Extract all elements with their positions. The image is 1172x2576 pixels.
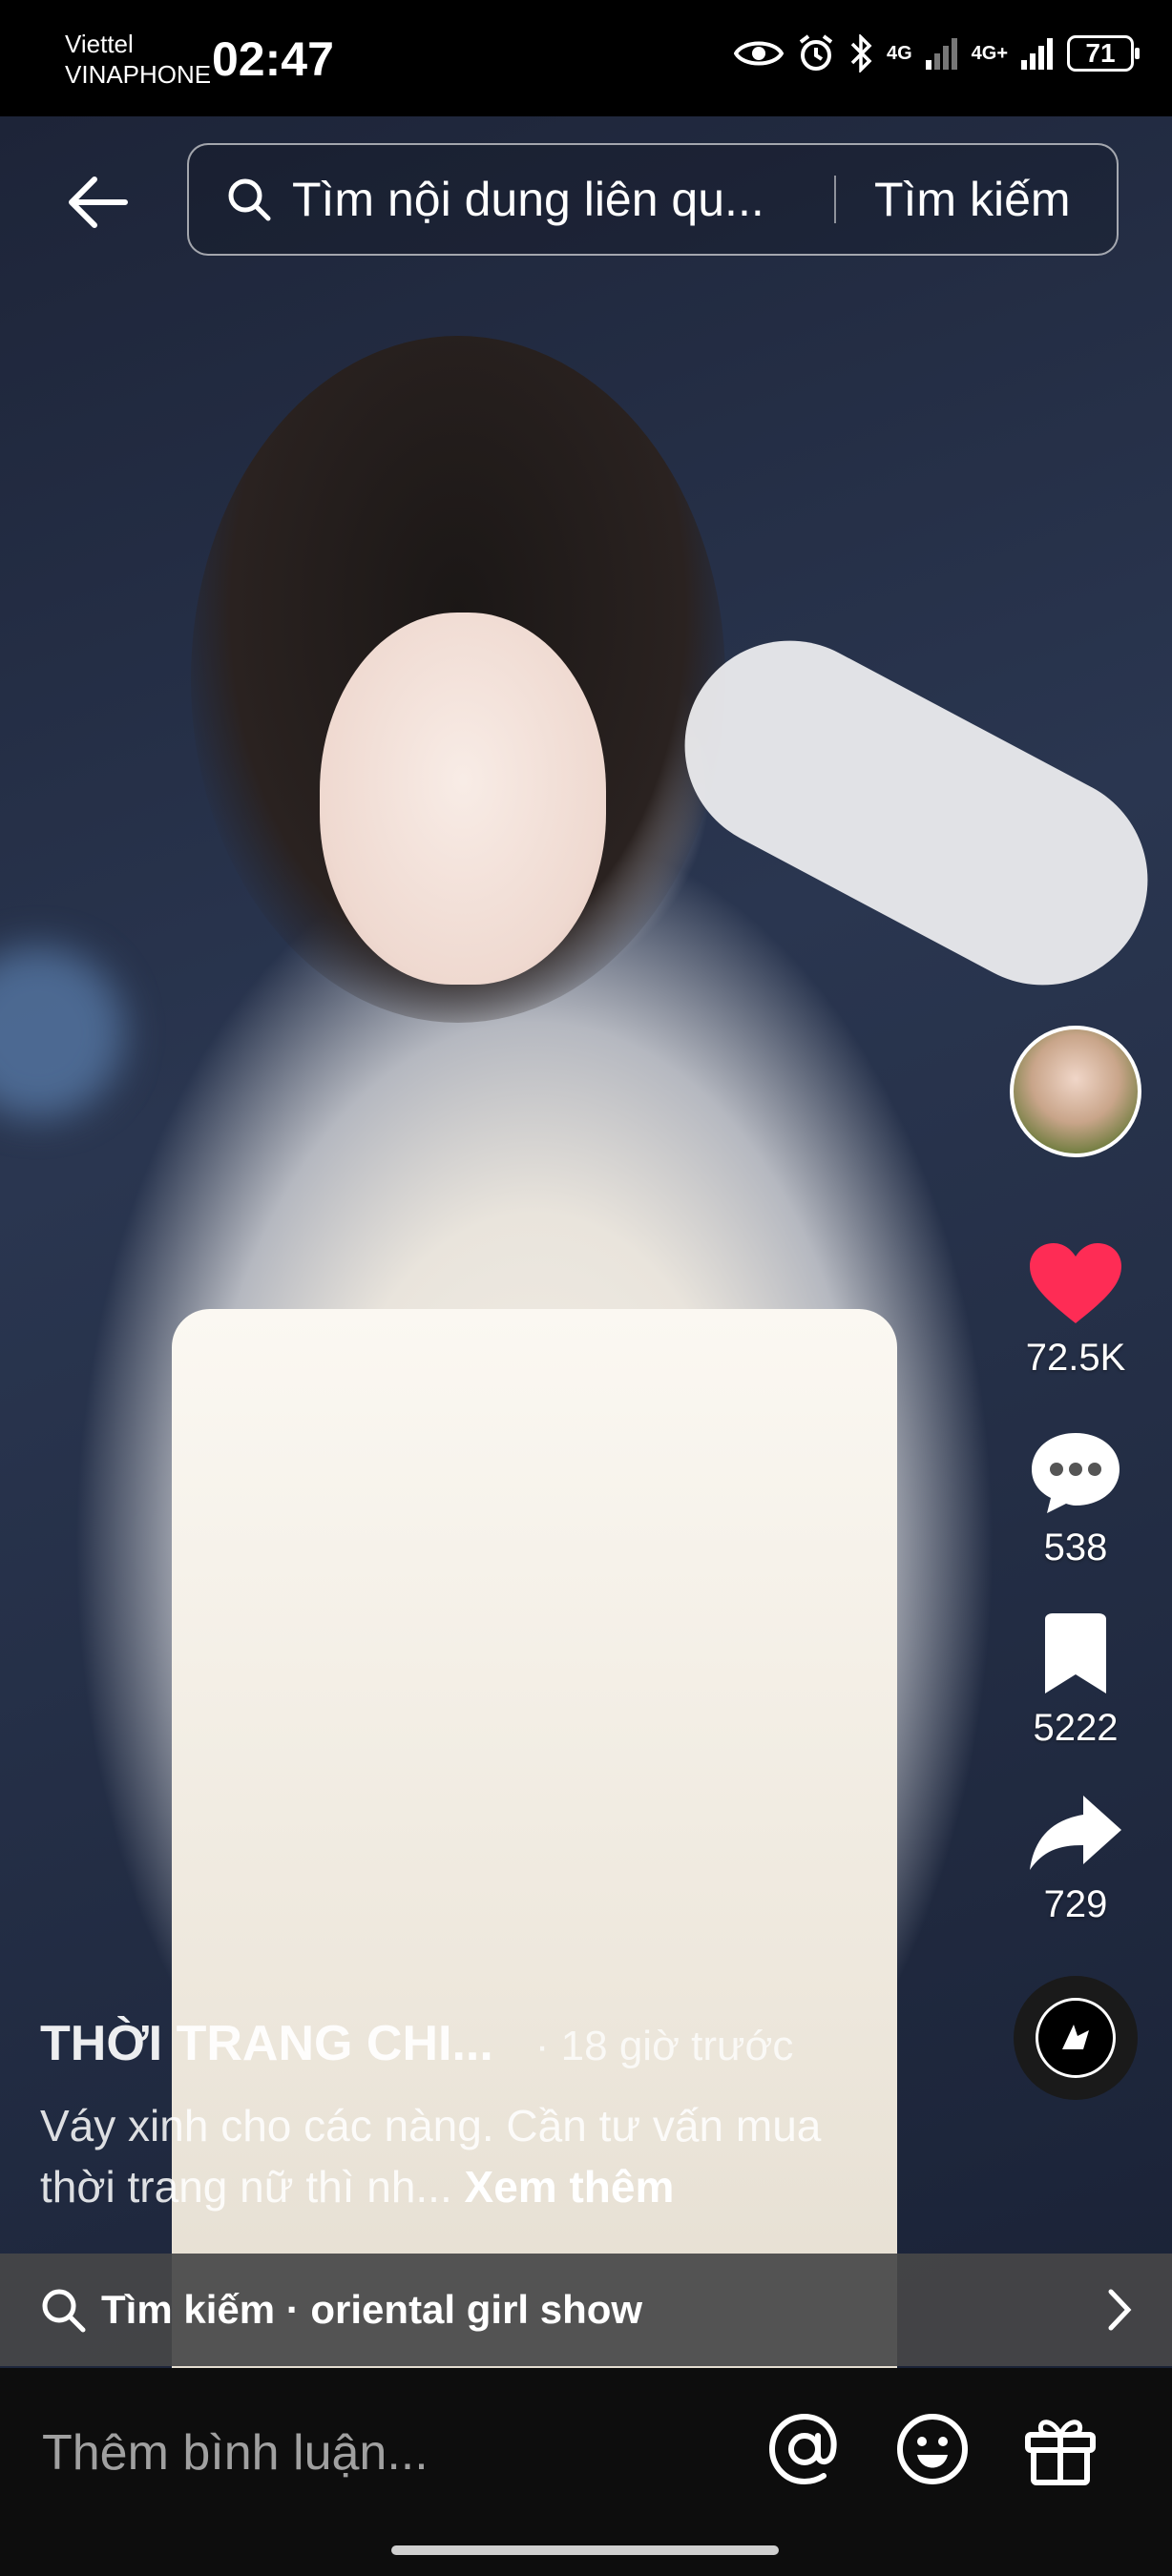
bookmark-icon — [1044, 1613, 1106, 1693]
emoji-icon — [897, 2414, 968, 2484]
network-type-1: 4G — [886, 43, 912, 64]
signal-icon — [925, 38, 957, 70]
search-icon — [42, 2289, 86, 2333]
caption-header: THỜI TRANG CHI... · 18 giờ trước — [40, 2015, 899, 2072]
video-subject-arm — [647, 603, 1172, 1023]
gift-icon — [1025, 2420, 1096, 2485]
share-count: 729 — [1043, 1883, 1108, 1925]
comment-input[interactable] — [40, 2423, 693, 2483]
chevron-right-icon — [1108, 2289, 1132, 2331]
comment-icon — [1032, 1433, 1120, 1513]
search-input[interactable] — [290, 171, 809, 228]
post-time: · 18 giờ trước — [534, 2023, 794, 2069]
at-icon — [768, 2413, 837, 2485]
description-text: Váy xinh cho các nàng. Cần tư vấn mua th… — [40, 2101, 822, 2212]
like-count: 72.5K — [1025, 1337, 1126, 1379]
status-clock: 02:47 — [212, 32, 334, 86]
music-disc-inner — [1036, 1998, 1116, 2078]
background-bokeh — [0, 946, 124, 1118]
eye-icon — [733, 41, 784, 66]
mention-button[interactable] — [762, 2406, 848, 2492]
see-more-link[interactable]: Xem thêm — [465, 2162, 675, 2212]
save-action[interactable]: 5222 — [1033, 1611, 1119, 1750]
related-search-bar[interactable]: Tìm kiếm · oriental girl show — [0, 2254, 1172, 2366]
save-count: 5222 — [1033, 1707, 1119, 1749]
bluetooth-icon — [850, 34, 872, 73]
back-button[interactable] — [63, 168, 132, 237]
network-type-2: 4G+ — [971, 43, 1008, 64]
video-subject-face — [320, 613, 606, 985]
search-divider — [834, 176, 836, 223]
search-box[interactable]: Tìm kiếm — [187, 143, 1119, 256]
like-action[interactable]: 72.5K — [1025, 1241, 1126, 1380]
comment-count: 538 — [1043, 1527, 1108, 1568]
signal-icon — [1021, 38, 1053, 70]
carrier-2: VINAPHONE — [65, 60, 212, 89]
share-icon — [1030, 1796, 1121, 1870]
search-icon — [228, 178, 271, 221]
top-search-bar: Tìm kiếm — [0, 143, 1172, 258]
post-description: Váy xinh cho các nàng. Cần tư vấn mua th… — [40, 2095, 899, 2217]
share-action[interactable]: 729 — [1028, 1792, 1123, 1926]
home-indicator[interactable] — [391, 2545, 779, 2555]
related-search-text: Tìm kiếm · oriental girl show — [101, 2287, 643, 2332]
gift-button[interactable] — [1017, 2406, 1103, 2492]
creator-avatar[interactable] — [1010, 1026, 1141, 1157]
heart-icon — [1030, 1243, 1121, 1323]
alarm-icon — [799, 34, 833, 71]
music-note-icon — [1062, 2025, 1089, 2049]
back-arrow-icon — [69, 177, 128, 228]
carrier-1: Viettel — [65, 30, 134, 58]
comment-action[interactable]: 538 — [1028, 1429, 1123, 1569]
music-disc[interactable] — [1014, 1976, 1138, 2100]
carrier-info: Viettel VINAPHONE — [65, 29, 211, 90]
search-button[interactable]: Tìm kiếm — [874, 172, 1071, 227]
post-caption: THỜI TRANG CHI... · 18 giờ trước Váy xin… — [40, 2015, 899, 2217]
action-rail: 72.5K 538 5222 729 — [1004, 1026, 1147, 2100]
status-bar: Viettel VINAPHONE 02:47 4G 4G+ 71 — [0, 0, 1172, 116]
comment-bar — [0, 2368, 1172, 2576]
emoji-button[interactable] — [889, 2406, 975, 2492]
status-icons: 4G 4G+ 71 — [733, 34, 1140, 73]
battery-indicator: 71 — [1067, 35, 1140, 72]
author-name[interactable]: THỜI TRANG CHI... — [40, 2015, 493, 2072]
